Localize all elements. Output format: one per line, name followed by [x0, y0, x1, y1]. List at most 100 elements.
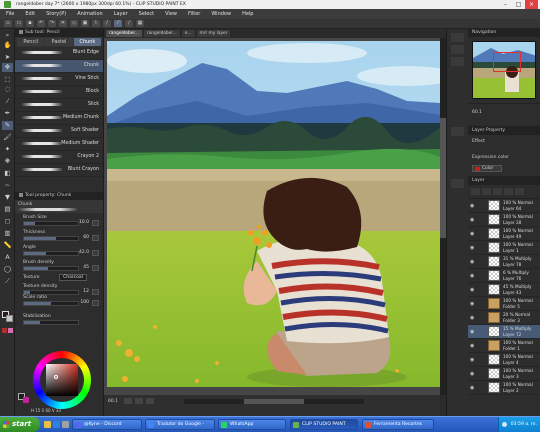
panel-icon-layer-property[interactable] [451, 127, 464, 136]
tray-network-icon[interactable] [502, 422, 507, 427]
layer-row[interactable]: ◉ 45 % Multiply Layer 43 [468, 283, 540, 297]
document-tab-3[interactable]: e... [181, 30, 195, 37]
blend-mode-icon[interactable] [471, 188, 480, 195]
brush-item[interactable]: Blunt Edge [15, 47, 103, 60]
eye-icon[interactable]: ◉ [470, 385, 474, 391]
eye-icon[interactable]: ◉ [470, 203, 474, 209]
layer-row[interactable]: ◉ 6 % Multiply Layer 76 [468, 269, 540, 283]
menu-layer[interactable]: Layer [114, 11, 128, 17]
panel-icon-navigator[interactable] [451, 33, 464, 42]
redo-icon[interactable]: ↷ [48, 20, 56, 27]
new-layer-icon[interactable] [493, 188, 502, 195]
navigator-zoom-value[interactable]: 60.1 [472, 110, 482, 115]
new-file-icon[interactable]: ▫ [4, 20, 12, 27]
eye-icon[interactable]: ◉ [470, 301, 474, 307]
taskbar-item[interactable]: WhatsApp [218, 419, 286, 430]
taskbar-item[interactable]: @Kyne - Discord [72, 419, 142, 430]
eye-icon[interactable]: ◉ [470, 329, 474, 335]
ruler-icon[interactable]: / [103, 20, 111, 27]
minimize-icon[interactable]: – [499, 0, 512, 9]
document-tab-2[interactable]: rangeldober... [143, 30, 180, 37]
taskbar-item[interactable]: CLIP STUDIO PAINT [290, 419, 358, 430]
menu-filter[interactable]: Filter [188, 11, 200, 17]
brush-item[interactable]: Chunk [15, 60, 103, 73]
property-slider[interactable] [23, 251, 79, 256]
fill-icon[interactable]: ▣ [81, 20, 89, 27]
maximize-icon[interactable]: □ [512, 0, 525, 9]
scale-ratio-row[interactable]: Scale ratio 100 [15, 293, 103, 308]
hand-tool-icon[interactable]: ✋ [2, 41, 13, 50]
open-icon[interactable]: ▭ [15, 20, 23, 27]
brush-tool-icon[interactable]: 🖌 [2, 133, 13, 142]
selection-tool-icon[interactable]: ⬚ [2, 75, 13, 84]
snap-ruler-icon[interactable]: ⁄ [114, 20, 122, 27]
saturation-value-square[interactable] [46, 364, 78, 396]
text-tool-icon[interactable]: A [2, 253, 13, 262]
fill-tool-icon[interactable]: ▼ [2, 193, 13, 202]
brush-item[interactable]: Medium Chunk [15, 112, 103, 125]
quick-launch-browser-icon[interactable] [53, 421, 60, 428]
figure-tool-icon[interactable]: ◻ [2, 217, 13, 226]
brush-item[interactable]: Crayon 2 [15, 151, 103, 164]
zoom-out-icon[interactable] [124, 398, 132, 404]
property-slider[interactable] [23, 236, 79, 241]
layer-row[interactable]: ◉ 100 % Normal Layer 28 [468, 213, 540, 227]
document-tab-1[interactable]: rangeldober... [106, 30, 142, 37]
transform-icon[interactable]: ◇ [70, 20, 78, 27]
quick-launch-desktop-icon[interactable] [62, 421, 69, 428]
layer-row[interactable]: ◉ 100 % Normal Folder 5 [468, 297, 540, 311]
layer-row[interactable]: ◉ 15 % Multiply Layer 72 [468, 325, 540, 339]
property-stepper[interactable] [92, 265, 99, 271]
new-folder-icon[interactable] [504, 188, 513, 195]
color-swatch-red[interactable] [2, 328, 7, 333]
menu-story[interactable]: Story(P) [46, 11, 66, 17]
save-icon[interactable]: ▪ [26, 20, 34, 27]
layer-row[interactable]: ◉ 100 % Normal Layer 3 [468, 367, 540, 381]
property-stepper[interactable] [92, 250, 99, 256]
zoom-tool-icon[interactable]: ⌕ [2, 31, 13, 40]
zoom-in-icon[interactable] [135, 398, 143, 404]
layer-row[interactable]: ◉ 100 % Normal Folder 1 [468, 339, 540, 353]
texture-select[interactable]: Charcoal [59, 274, 87, 281]
eye-icon[interactable]: ◉ [470, 315, 474, 321]
layer-row[interactable]: ◉ 100 % Normal Layer 49 [468, 227, 540, 241]
panel-menu-icon[interactable] [19, 29, 23, 34]
canvas-horizontal-scrollbar[interactable] [184, 399, 364, 404]
panel-icon-layer[interactable] [451, 179, 464, 188]
menu-help[interactable]: Help [242, 11, 253, 17]
panel-icon-sub-view[interactable] [451, 45, 464, 54]
gradient-tool-icon[interactable]: ▤ [2, 205, 13, 214]
eye-icon[interactable]: ◉ [470, 259, 474, 265]
pencil-tool-icon[interactable]: ✎ [2, 121, 13, 130]
eye-icon[interactable]: ◉ [470, 371, 474, 377]
brush-item[interactable]: Vine Stick [15, 73, 103, 86]
menu-animation[interactable]: Animation [77, 11, 103, 17]
layer-row[interactable]: ◉ 20 % Normal Folder 3 [468, 311, 540, 325]
layer-row[interactable]: ◉ 100 % Normal Layer 1 [468, 241, 540, 255]
color-wheel[interactable] [33, 351, 91, 409]
correct-line-tool-icon[interactable]: ⟋ [2, 277, 13, 286]
tab-pastel[interactable]: Pastel [45, 38, 73, 46]
close-icon[interactable]: × [525, 0, 538, 9]
color-panel-sub-swatch[interactable] [23, 397, 29, 403]
brush-item[interactable]: Slick [15, 99, 103, 112]
property-stepper[interactable] [92, 235, 99, 241]
frame-tool-icon[interactable]: ▥ [2, 229, 13, 238]
brush-item[interactable]: Soft Shader [15, 125, 103, 138]
airbrush-tool-icon[interactable]: ✦ [2, 145, 13, 154]
menu-edit[interactable]: Edit [25, 11, 35, 17]
artwork-canvas[interactable] [107, 41, 440, 387]
layer-row[interactable]: ◉ 100 % Normal Layer 4 [468, 353, 540, 367]
eye-icon[interactable]: ◉ [470, 231, 474, 237]
tab-chunk[interactable]: Chunk [73, 38, 101, 46]
scale-ratio-slider[interactable] [23, 301, 79, 306]
menu-window[interactable]: Window [211, 11, 231, 17]
ruler-tool-icon[interactable]: 📏 [2, 241, 13, 250]
lasso-tool-icon[interactable]: ◌ [2, 85, 13, 94]
menu-select[interactable]: Select [139, 11, 154, 17]
panel-icon-item-bank[interactable] [451, 57, 464, 66]
brush-item[interactable]: Block [15, 86, 103, 99]
color-swatch-pink[interactable] [8, 328, 13, 333]
property-row[interactable]: Brush Size 10.0 [15, 213, 103, 228]
blend-tool-icon[interactable]: ~ [2, 181, 13, 190]
